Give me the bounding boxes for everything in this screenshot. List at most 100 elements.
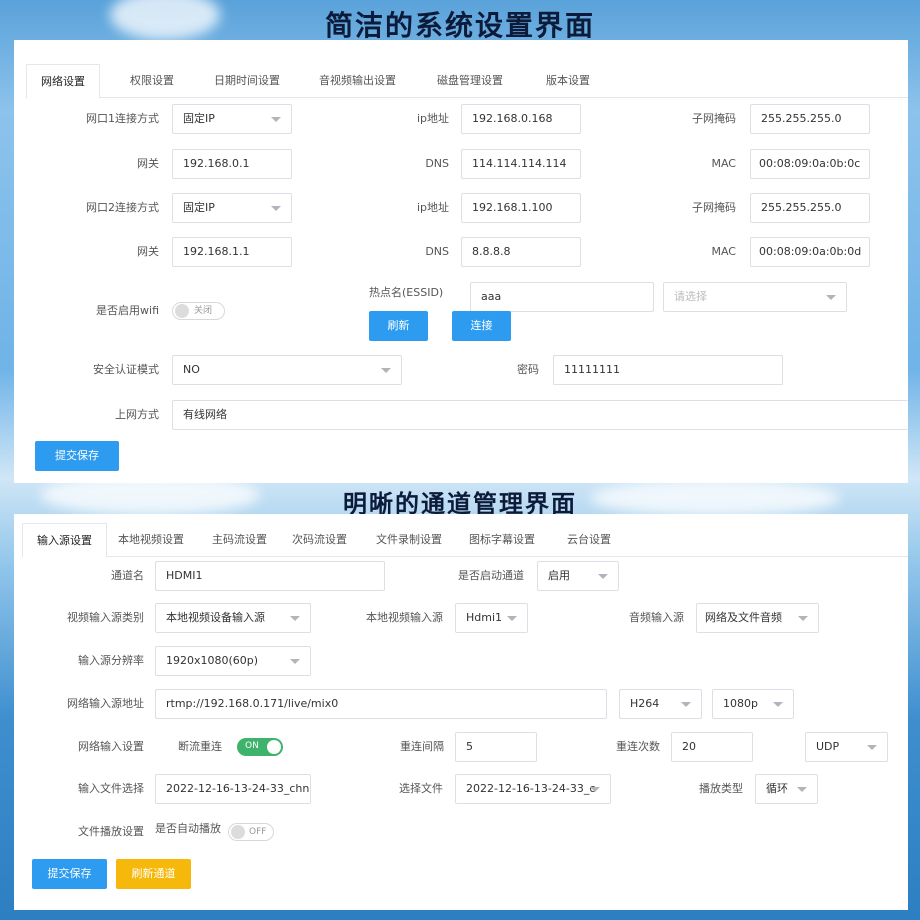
audio-source-value: 网络及文件音频 bbox=[705, 611, 782, 624]
autoplay-toggle[interactable]: OFF bbox=[228, 823, 274, 841]
mask2-label: 子网掩码 bbox=[692, 201, 736, 214]
mask1-label: 子网掩码 bbox=[692, 112, 736, 125]
interval-input[interactable]: 5 bbox=[455, 732, 537, 762]
dns2-input[interactable]: 8.8.8.8 bbox=[461, 237, 581, 267]
tab-main-stream[interactable]: 主码流设置 bbox=[212, 523, 267, 557]
net-resolution-select[interactable]: 1080p bbox=[712, 689, 794, 719]
wifi-toggle[interactable]: 关闭 bbox=[172, 302, 225, 320]
tab-input-source[interactable]: 输入源设置 bbox=[22, 523, 107, 558]
autoplay-label: 是否自动播放 bbox=[155, 822, 221, 835]
port2-mode-select[interactable]: 固定IP bbox=[172, 193, 292, 223]
reconnect-toggle-text: ON bbox=[245, 741, 259, 751]
chevron-down-icon bbox=[797, 787, 807, 792]
tab-local-video[interactable]: 本地视频设置 bbox=[118, 523, 184, 557]
wifi-label: 是否启用wifi bbox=[96, 304, 159, 317]
reconnect-toggle[interactable]: ON bbox=[237, 738, 283, 756]
reconnect-label: 断流重连 bbox=[178, 740, 222, 753]
chevron-down-icon bbox=[507, 616, 517, 621]
connect-wifi-button[interactable]: 连接 bbox=[452, 311, 511, 341]
password-input[interactable]: 11111111 bbox=[553, 355, 783, 385]
file-select-label: 输入文件选择 bbox=[78, 782, 144, 795]
local-source-select[interactable]: Hdmi1 bbox=[455, 603, 528, 633]
chevron-down-icon bbox=[290, 616, 300, 621]
tab-osd[interactable]: 图标字幕设置 bbox=[469, 523, 535, 557]
chevron-down-icon bbox=[271, 117, 281, 122]
dns2-label: DNS bbox=[425, 245, 449, 258]
access-input[interactable]: 有线网络 bbox=[172, 400, 908, 430]
tab-network[interactable]: 网络设置 bbox=[26, 64, 100, 99]
protocol-value: UDP bbox=[816, 740, 840, 753]
chevron-down-icon bbox=[381, 368, 391, 373]
net-address-label: 网络输入源地址 bbox=[67, 697, 144, 710]
audio-source-select[interactable]: 网络及文件音频 bbox=[696, 603, 819, 633]
choose-file-value: 2022-12-16-13-24-33_c bbox=[466, 782, 596, 795]
channel-settings-panel: 输入源设置 本地视频设置 主码流设置 次码流设置 文件录制设置 图标字幕设置 云… bbox=[14, 514, 908, 910]
tab-version[interactable]: 版本设置 bbox=[546, 64, 590, 98]
gateway1-input[interactable]: 192.168.0.1 bbox=[172, 149, 292, 179]
essid-select[interactable]: 请选择 bbox=[663, 282, 847, 312]
tab-permission[interactable]: 权限设置 bbox=[130, 64, 174, 98]
tab-ptz[interactable]: 云台设置 bbox=[567, 523, 611, 557]
refresh-channel-button[interactable]: 刷新通道 bbox=[116, 859, 191, 889]
tab-disk[interactable]: 磁盘管理设置 bbox=[437, 64, 503, 98]
gateway2-label: 网关 bbox=[137, 245, 159, 258]
chevron-down-icon bbox=[798, 616, 808, 621]
mac2-label: MAC bbox=[711, 245, 736, 258]
tab-datetime[interactable]: 日期时间设置 bbox=[214, 64, 280, 98]
file-input[interactable]: 2022-12-16-13-24-33_chn1_ bbox=[155, 774, 311, 804]
wifi-toggle-text: 关闭 bbox=[194, 306, 213, 316]
mac2-input[interactable]: 00:08:09:0a:0b:0d bbox=[750, 237, 870, 267]
enable-channel-select[interactable]: 启用 bbox=[537, 561, 619, 591]
chevron-down-icon bbox=[590, 787, 600, 792]
tab-av-output[interactable]: 音视频输出设置 bbox=[319, 64, 396, 98]
chevron-down-icon bbox=[271, 206, 281, 211]
audio-source-label: 音频输入源 bbox=[629, 611, 684, 624]
protocol-select[interactable]: UDP bbox=[805, 732, 888, 762]
channel-name-label: 通道名 bbox=[111, 569, 144, 582]
tab-sub-stream[interactable]: 次码流设置 bbox=[292, 523, 347, 557]
ip2-input[interactable]: 192.168.1.100 bbox=[461, 193, 581, 223]
port2-mode-label: 网口2连接方式 bbox=[86, 201, 159, 214]
mac1-input[interactable]: 00:08:09:0a:0b:0c bbox=[750, 149, 870, 179]
tab-file-record[interactable]: 文件录制设置 bbox=[376, 523, 442, 557]
toggle-knob bbox=[231, 825, 245, 839]
choose-file-select[interactable]: 2022-12-16-13-24-33_c bbox=[455, 774, 611, 804]
net-address-input[interactable]: rtmp://192.168.0.171/live/mix0 bbox=[155, 689, 607, 719]
essid-label: 热点名(ESSID) bbox=[369, 286, 444, 299]
ip1-input[interactable]: 192.168.0.168 bbox=[461, 104, 581, 134]
local-source-label: 本地视频输入源 bbox=[366, 611, 443, 624]
gateway2-input[interactable]: 192.168.1.1 bbox=[172, 237, 292, 267]
play-type-label: 播放类型 bbox=[699, 782, 743, 795]
auth-mode-label: 安全认证模式 bbox=[93, 363, 159, 376]
dns1-input[interactable]: 114.114.114.114 bbox=[461, 149, 581, 179]
channel-name-input[interactable]: HDMI1 bbox=[155, 561, 385, 591]
local-source-value: Hdmi1 bbox=[466, 611, 503, 624]
banner-title-system: 简洁的系统设置界面 bbox=[324, 9, 595, 42]
retry-count-input[interactable]: 20 bbox=[671, 732, 753, 762]
system-submit-button[interactable]: 提交保存 bbox=[35, 441, 119, 471]
resolution-select[interactable]: 1920x1080(60p) bbox=[155, 646, 311, 676]
toggle-knob bbox=[175, 304, 189, 318]
net-resolution-value: 1080p bbox=[723, 697, 758, 710]
essid-input[interactable]: aaa bbox=[470, 282, 654, 312]
mask1-input[interactable]: 255.255.255.0 bbox=[750, 104, 870, 134]
source-type-select[interactable]: 本地视频设备输入源 bbox=[155, 603, 311, 633]
codec-select[interactable]: H264 bbox=[619, 689, 702, 719]
chevron-down-icon bbox=[867, 745, 877, 750]
choose-file-label: 选择文件 bbox=[399, 782, 443, 795]
essid-select-placeholder: 请选择 bbox=[674, 290, 707, 303]
ip1-label: ip地址 bbox=[416, 112, 449, 125]
auth-mode-select[interactable]: NO bbox=[172, 355, 402, 385]
channel-tabs: 输入源设置 本地视频设置 主码流设置 次码流设置 文件录制设置 图标字幕设置 云… bbox=[22, 523, 908, 558]
port1-mode-value: 固定IP bbox=[183, 112, 215, 125]
play-type-select[interactable]: 循环 bbox=[755, 774, 818, 804]
play-type-value: 循环 bbox=[766, 782, 788, 795]
refresh-wifi-button[interactable]: 刷新 bbox=[369, 311, 428, 341]
retry-count-label: 重连次数 bbox=[616, 740, 660, 753]
channel-submit-button[interactable]: 提交保存 bbox=[32, 859, 107, 889]
port1-mode-select[interactable]: 固定IP bbox=[172, 104, 292, 134]
interval-label: 重连间隔 bbox=[400, 740, 444, 753]
system-settings-panel: 网络设置 权限设置 日期时间设置 音视频输出设置 磁盘管理设置 版本设置 网口1… bbox=[14, 40, 908, 483]
mask2-input[interactable]: 255.255.255.0 bbox=[750, 193, 870, 223]
toggle-knob bbox=[267, 740, 281, 754]
